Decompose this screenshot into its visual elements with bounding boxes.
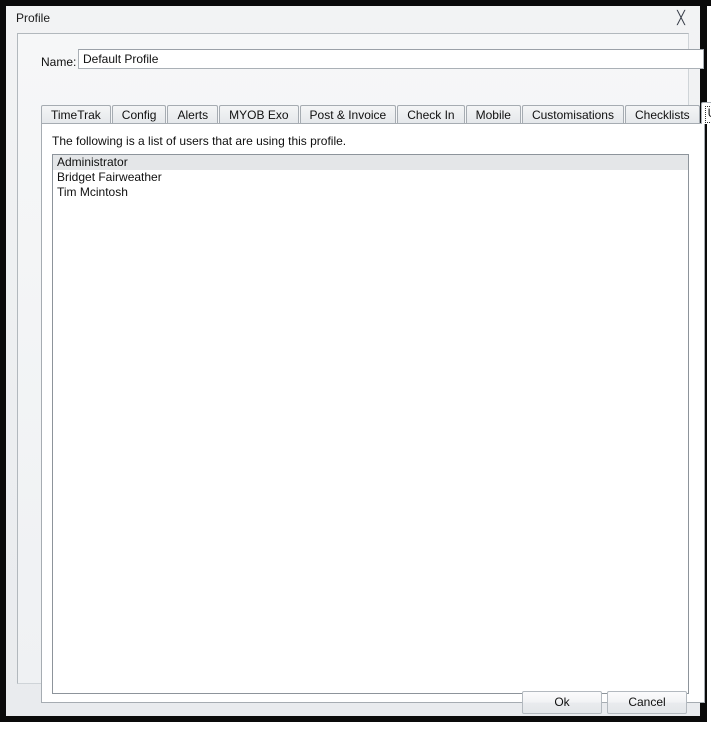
list-item[interactable]: Tim Mcintosh [53, 185, 688, 200]
tab-label: Config [121, 108, 157, 122]
name-label: Name: [41, 55, 77, 69]
tab-check-in[interactable]: Check In [397, 105, 465, 124]
tab-label: Alerts [177, 108, 209, 122]
tab-checklists[interactable]: Checklists [624, 105, 700, 124]
ok-button[interactable]: Ok [522, 691, 602, 714]
tab-label: Post & Invoice [309, 108, 387, 122]
frame-edge-bottom [0, 716, 707, 722]
tab-users[interactable]: Users [700, 102, 711, 124]
panel-description: The following is a list of users that ar… [52, 134, 347, 148]
list-item-label: Tim Mcintosh [57, 185, 128, 199]
tab-timetrak[interactable]: TimeTrak [41, 105, 111, 124]
tab-label: MYOB Exo [229, 108, 289, 122]
tab-label: Mobile [475, 108, 511, 122]
dialog-client-panel: Name: TimeTrak Config Alerts [17, 33, 711, 703]
tab-label: Check In [407, 108, 455, 122]
list-item-label: Administrator [57, 155, 128, 169]
users-listbox[interactable]: Administrator Bridget Fairweather Tim Mc… [52, 154, 689, 694]
tab-post-and-invoice[interactable]: Post & Invoice [299, 105, 397, 124]
list-item[interactable]: Bridget Fairweather [53, 170, 688, 185]
dialog-footer: Ok Cancel [6, 684, 700, 716]
application-frame: Profile ╳ Name: TimeTrak Config [0, 0, 711, 735]
tab-myob-exo[interactable]: MYOB Exo [219, 105, 299, 124]
tab-control: TimeTrak Config Alerts MYOB Exo Post & I… [41, 102, 711, 703]
tab-label: TimeTrak [51, 108, 101, 122]
tab-customisations[interactable]: Customisations [521, 105, 624, 124]
close-icon-glyph: ╳ [677, 11, 685, 26]
list-item[interactable]: Administrator [53, 155, 688, 170]
list-item-label: Bridget Fairweather [57, 170, 162, 184]
tab-label: Checklists [634, 108, 690, 122]
tab-strip: TimeTrak Config Alerts MYOB Exo Post & I… [41, 102, 711, 124]
tab-config[interactable]: Config [111, 105, 167, 124]
window-title: Profile [16, 11, 51, 25]
profile-dialog: Profile ╳ Name: TimeTrak Config [6, 6, 711, 716]
tab-alerts[interactable]: Alerts [167, 105, 219, 124]
close-icon[interactable]: ╳ [673, 12, 689, 26]
tab-mobile[interactable]: Mobile [465, 105, 521, 124]
tab-label: Customisations [531, 108, 614, 122]
name-input[interactable] [78, 49, 704, 69]
cancel-button[interactable]: Cancel [607, 691, 687, 714]
tab-panel-users: The following is a list of users that ar… [41, 123, 705, 703]
title-bar[interactable]: Profile ╳ [6, 6, 700, 32]
